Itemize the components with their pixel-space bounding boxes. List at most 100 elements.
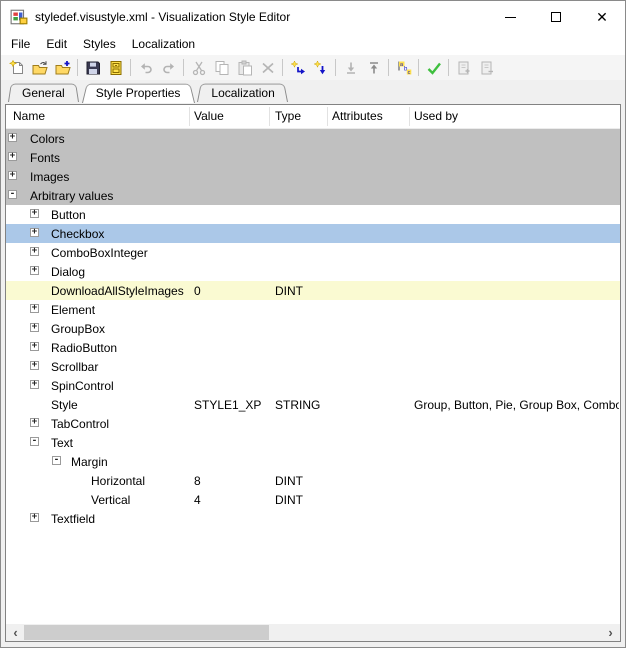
tab-general[interactable]: General bbox=[8, 82, 79, 102]
import-folder-button[interactable] bbox=[51, 57, 74, 79]
open-folder-icon bbox=[32, 60, 48, 76]
expand-plus-icon[interactable]: + bbox=[30, 228, 39, 237]
tree-row-radiobutton[interactable]: + RadioButton bbox=[6, 338, 620, 357]
apply-check-button[interactable] bbox=[422, 57, 445, 79]
column-header-type[interactable]: Type bbox=[275, 109, 301, 123]
row-used-by: Group, Button, Pie, Group Box, Combo Bo bbox=[414, 398, 619, 412]
new-value-icon bbox=[290, 60, 306, 76]
expand-plus-icon[interactable]: + bbox=[8, 152, 17, 161]
save-button[interactable] bbox=[81, 57, 104, 79]
header-divider[interactable] bbox=[409, 107, 410, 126]
header-divider[interactable] bbox=[269, 107, 270, 126]
row-name: Horizontal bbox=[91, 474, 145, 488]
copy-button bbox=[210, 57, 233, 79]
tree-row-element[interactable]: +Element bbox=[6, 300, 620, 319]
expand-plus-icon[interactable]: + bbox=[30, 304, 39, 313]
save-icon bbox=[85, 60, 101, 76]
expand-plus-icon[interactable]: + bbox=[30, 418, 39, 427]
window-controls: ✕ bbox=[487, 1, 625, 33]
column-header-name[interactable]: Name bbox=[13, 109, 45, 123]
menu-item-edit[interactable]: Edit bbox=[38, 34, 75, 54]
maximize-button[interactable] bbox=[533, 1, 579, 33]
style-properties-panel: Name Value Type Attributes Used by + Colors +F… bbox=[5, 104, 621, 642]
menu-item-file[interactable]: File bbox=[3, 34, 38, 54]
tree-row-fonts[interactable]: +Fonts bbox=[6, 148, 620, 167]
scroll-left-button[interactable]: ‹ bbox=[7, 624, 24, 641]
expand-plus-icon[interactable]: + bbox=[30, 266, 39, 275]
new-file-icon bbox=[9, 60, 25, 76]
minimize-button[interactable] bbox=[487, 1, 533, 33]
open-folder-button[interactable] bbox=[28, 57, 51, 79]
expand-plus-icon[interactable]: + bbox=[30, 361, 39, 370]
expand-plus-icon[interactable]: + bbox=[30, 342, 39, 351]
expand-plus-icon[interactable]: + bbox=[30, 247, 39, 256]
tab-localization[interactable]: Localization bbox=[197, 82, 288, 102]
column-header-attributes[interactable]: Attributes bbox=[332, 109, 383, 123]
scroll-right-button[interactable]: › bbox=[602, 624, 619, 641]
tree-row-button[interactable]: +Button bbox=[6, 205, 620, 224]
tree-row-textfield[interactable]: +Textfield bbox=[6, 509, 620, 528]
new-subvalue-icon bbox=[313, 60, 329, 76]
menu-item-localization[interactable]: Localization bbox=[124, 34, 203, 54]
rename-abc-icon: abc bbox=[396, 60, 412, 76]
cut-button bbox=[187, 57, 210, 79]
doc-add-icon bbox=[456, 60, 472, 76]
maximize-icon bbox=[551, 12, 561, 22]
horizontal-scrollbar[interactable]: ‹ › bbox=[6, 624, 620, 641]
tree-row-colors[interactable]: + Colors bbox=[6, 129, 620, 148]
column-header-value[interactable]: Value bbox=[194, 109, 224, 123]
row-name: Arbitrary values bbox=[30, 189, 113, 203]
tree-row-dialog[interactable]: +Dialog bbox=[6, 262, 620, 281]
tree-row-comboboxinteger[interactable]: +ComboBoxInteger bbox=[6, 243, 620, 262]
scrollbar-thumb[interactable] bbox=[24, 625, 269, 640]
move-to-top-icon bbox=[366, 60, 382, 76]
row-name: SpinControl bbox=[51, 379, 114, 393]
delete-button bbox=[256, 57, 279, 79]
tree-row-tabcontrol[interactable]: + TabControl bbox=[6, 414, 620, 433]
row-name: GroupBox bbox=[51, 322, 105, 336]
expand-plus-icon[interactable]: + bbox=[8, 133, 17, 142]
row-name: Images bbox=[30, 170, 69, 184]
tree-row-downloadallstyleimages[interactable]: DownloadAllStyleImages0DINT bbox=[6, 281, 620, 300]
tree-row-arbitrary-values[interactable]: - Arbitrary values bbox=[6, 186, 620, 205]
row-type: DINT bbox=[275, 474, 303, 488]
toolbar-separator bbox=[183, 59, 184, 76]
collapse-minus-icon[interactable]: - bbox=[8, 190, 17, 199]
row-name: Colors bbox=[30, 132, 65, 146]
row-name: TabControl bbox=[51, 417, 109, 431]
column-header-used-by[interactable]: Used by bbox=[414, 109, 458, 123]
expand-plus-icon[interactable]: + bbox=[30, 323, 39, 332]
expand-plus-icon[interactable]: + bbox=[30, 380, 39, 389]
tree-row-text[interactable]: -Text bbox=[6, 433, 620, 452]
tree-row-scrollbar[interactable]: +Scrollbar bbox=[6, 357, 620, 376]
tree-row-margin[interactable]: -Margin bbox=[6, 452, 620, 471]
expand-plus-icon[interactable]: + bbox=[30, 209, 39, 218]
row-name: RadioButton bbox=[51, 341, 117, 355]
collapse-minus-icon[interactable]: - bbox=[52, 456, 61, 465]
tree-row-checkbox[interactable]: +Checkbox bbox=[6, 224, 620, 243]
doc-copy-button bbox=[475, 57, 498, 79]
tree-row-style[interactable]: StyleSTYLE1_XPSTRINGGroup, Button, Pie, … bbox=[6, 395, 620, 414]
tree-row-images[interactable]: + Images bbox=[6, 167, 620, 186]
menu-item-styles[interactable]: Styles bbox=[75, 34, 124, 54]
expand-plus-icon[interactable]: + bbox=[30, 513, 39, 522]
tab-style-properties[interactable]: Style Properties bbox=[82, 82, 195, 103]
close-button[interactable]: ✕ bbox=[579, 1, 625, 33]
expand-plus-icon[interactable]: + bbox=[8, 171, 17, 180]
rename-abc-button[interactable]: abc bbox=[392, 57, 415, 79]
tree-row-vertical[interactable]: Vertical4DINT bbox=[6, 490, 620, 509]
row-value: 8 bbox=[194, 474, 201, 488]
header-divider[interactable] bbox=[189, 107, 190, 126]
collapse-minus-icon[interactable]: - bbox=[30, 437, 39, 446]
tree-row-groupbox[interactable]: + GroupBox bbox=[6, 319, 620, 338]
delete-icon bbox=[260, 60, 276, 76]
header-divider[interactable] bbox=[327, 107, 328, 126]
new-value-button[interactable] bbox=[286, 57, 309, 79]
style-library-button[interactable] bbox=[104, 57, 127, 79]
tree-row-spincontrol[interactable]: + SpinControl bbox=[6, 376, 620, 395]
new-file-button[interactable] bbox=[5, 57, 28, 79]
tree-row-horizontal[interactable]: Horizontal 8 DINT bbox=[6, 471, 620, 490]
row-type: DINT bbox=[275, 284, 303, 298]
new-subvalue-button[interactable] bbox=[309, 57, 332, 79]
toolbar-separator bbox=[130, 59, 131, 76]
